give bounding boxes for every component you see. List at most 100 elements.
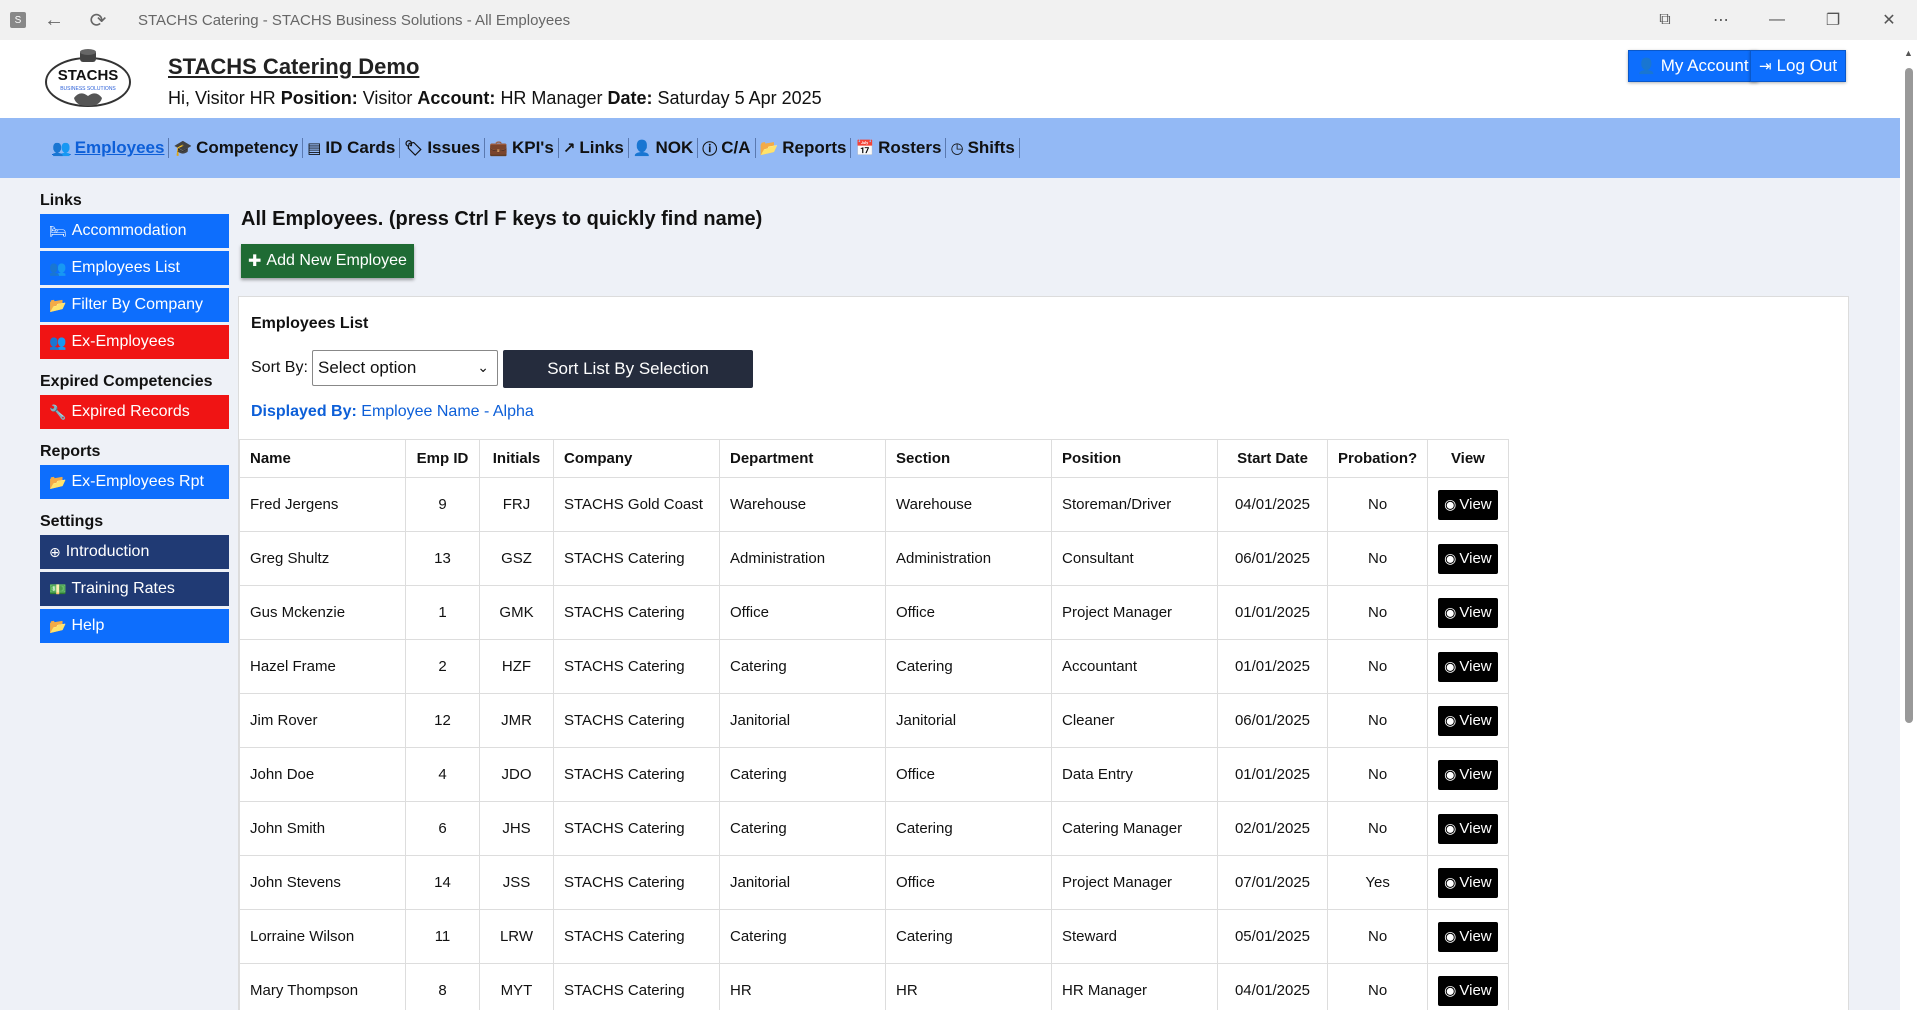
table-cell: Greg Shultz [239, 531, 406, 586]
table-cell: GMK [479, 585, 554, 640]
add-new-employee-button[interactable]: ✚ Add New Employee [241, 244, 414, 278]
my-account-button[interactable]: 👤 My Account [1628, 50, 1758, 82]
table-cell: 06/01/2025 [1217, 693, 1328, 748]
screen-cast-icon[interactable]: ⧉ [1637, 0, 1693, 40]
minimize-icon[interactable]: — [1749, 0, 1805, 40]
table-cell: LRW [479, 909, 554, 964]
svg-text:BUSINESS SOLUTIONS: BUSINESS SOLUTIONS [60, 86, 116, 92]
table-cell: ◉ View [1427, 801, 1509, 856]
table-cell: Lorraine Wilson [239, 909, 406, 964]
scrollbar-thumb[interactable] [1905, 68, 1913, 723]
wrench-icon: 🔧 [49, 403, 67, 420]
site-title[interactable]: STACHS Catering Demo [168, 54, 419, 80]
nav-c-a[interactable]: ⓘ C/A [698, 138, 756, 158]
sidebar-employees-list-button[interactable]: 👥 Employees List [40, 251, 229, 285]
table-cell: Project Manager [1051, 585, 1218, 640]
table-cell: Catering [719, 639, 886, 694]
restore-icon[interactable]: ❐ [1805, 0, 1861, 40]
table-cell: 4 [405, 747, 480, 802]
sort-by-select[interactable]: Select option ⌄ [312, 350, 498, 386]
sidebar-heading-settings: Settings [40, 513, 104, 530]
view-employee-button[interactable]: ◉ View [1438, 975, 1498, 1006]
table-cell: STACHS Catering [553, 585, 720, 640]
nav-rosters[interactable]: 📅 Rosters [851, 138, 947, 158]
sidebar-training-rates-button[interactable]: 💵 Training Rates [40, 572, 229, 606]
table-row: John Doe 4 JDO STACHS Catering Catering Offic… [239, 747, 1509, 802]
sidebar-filter-by-company-button[interactable]: 📂 Filter By Company [40, 288, 229, 322]
user-circle-icon: ◉ [1444, 496, 1457, 512]
nav-kpi-s[interactable]: 💼 KPI's [485, 138, 559, 158]
folder-open-icon: 📂 [759, 140, 779, 157]
user-circle-icon: ◉ [1444, 820, 1457, 836]
table-cell: John Doe [239, 747, 406, 802]
view-employee-button[interactable]: ◉ View [1438, 651, 1498, 682]
view-employee-button[interactable]: ◉ View [1438, 759, 1498, 790]
view-employee-button[interactable]: ◉ View [1438, 921, 1498, 952]
nav-reports[interactable]: 📂 Reports [756, 138, 852, 158]
table-cell: ◉ View [1427, 855, 1509, 910]
nav-employees[interactable]: 👥 Employees [48, 138, 170, 158]
table-cell: No [1326, 693, 1429, 748]
folder-open-icon: 📂 [49, 617, 67, 634]
clock-icon: ◷ [950, 140, 964, 157]
view-employee-button[interactable]: ◉ View [1438, 597, 1498, 628]
nav-nok[interactable]: 👤 NOK [629, 138, 699, 158]
view-employee-button[interactable]: ◉ View [1438, 705, 1498, 736]
table-cell: HR [719, 963, 886, 1010]
nav-issues[interactable]: 🏷 Issues [400, 138, 486, 158]
table-cell: 13 [405, 531, 480, 586]
table-cell: Gus Mckenzie [239, 585, 406, 640]
table-cell: STACHS Catering [553, 963, 720, 1010]
vertical-scrollbar[interactable]: ▲ [1900, 40, 1917, 1010]
sidebar-ex-employees-button[interactable]: 👥 Ex-Employees [40, 325, 229, 359]
table-cell: Catering [885, 909, 1052, 964]
table-cell: ◉ View [1427, 747, 1509, 802]
displayed-by-text: Displayed By: Employee Name - Alpha [251, 403, 534, 420]
log-out-button[interactable]: ⇥ Log Out [1750, 50, 1847, 82]
table-cell: 01/01/2025 [1217, 747, 1328, 802]
user-circle-icon: ◉ [1444, 874, 1457, 890]
refresh-icon[interactable]: ⟳ [82, 4, 114, 36]
sidebar-accommodation-button[interactable]: 🛏 Accommodation [40, 214, 229, 248]
more-options-icon[interactable]: ⋯ [1693, 0, 1749, 40]
table-cell: 04/01/2025 [1217, 477, 1328, 532]
table-cell: 2 [405, 639, 480, 694]
sidebar-ex-employees-rpt-button[interactable]: 📂 Ex-Employees Rpt [40, 465, 229, 499]
view-employee-button[interactable]: ◉ View [1438, 867, 1498, 898]
employees-panel: Employees List Sort By: Select option ⌄ … [238, 296, 1849, 1010]
sidebar-expired-records-button[interactable]: 🔧 Expired Records [40, 395, 229, 429]
view-employee-button[interactable]: ◉ View [1438, 543, 1498, 574]
back-arrow-icon[interactable]: ← [38, 4, 70, 36]
external-link-icon: ↗ [562, 140, 576, 157]
nav-shifts[interactable]: ◷ Shifts [946, 138, 1020, 158]
table-cell: JSS [479, 855, 554, 910]
sidebar: Links 🛏 Accommodation 👥 Employees List 📂… [40, 192, 230, 646]
table-cell: 07/01/2025 [1217, 855, 1328, 910]
column-header: Department [719, 439, 886, 478]
table-cell: 6 [405, 801, 480, 856]
window-titlebar: S ← ⟳ STACHS Catering - STACHS Business … [0, 0, 1917, 40]
column-header: Name [239, 439, 406, 478]
nav-links[interactable]: ↗ Links [559, 138, 629, 158]
view-employee-button[interactable]: ◉ View [1438, 489, 1498, 520]
sidebar-introduction-button[interactable]: ⊕ Introduction [40, 535, 229, 569]
table-cell: 01/01/2025 [1217, 585, 1328, 640]
sidebar-help-button[interactable]: 📂 Help [40, 609, 229, 643]
table-cell: 14 [405, 855, 480, 910]
app-icon: S [10, 12, 26, 28]
column-header: Initials [479, 439, 554, 478]
table-cell: Accountant [1051, 639, 1218, 694]
sort-by-label: Sort By: [251, 359, 308, 376]
table-row: Mary Thompson 8 MYT STACHS Catering HR HR HR M… [239, 963, 1509, 1010]
table-cell: Data Entry [1051, 747, 1218, 802]
scroll-up-arrow-icon[interactable]: ▲ [1904, 48, 1913, 58]
close-icon[interactable]: ✕ [1861, 0, 1917, 40]
info-circle-icon: ⓘ [702, 140, 718, 158]
view-employee-button[interactable]: ◉ View [1438, 813, 1498, 844]
calendar-icon: 📅 [855, 140, 875, 157]
sort-list-button[interactable]: Sort List By Selection [503, 350, 753, 388]
nav-competency[interactable]: 🎓 Competency [169, 138, 304, 158]
column-header: View [1427, 439, 1509, 478]
nav-id-cards[interactable]: ▤ ID Cards [303, 138, 401, 158]
table-row: John Stevens 14 JSS STACHS Catering Janitori… [239, 855, 1509, 910]
